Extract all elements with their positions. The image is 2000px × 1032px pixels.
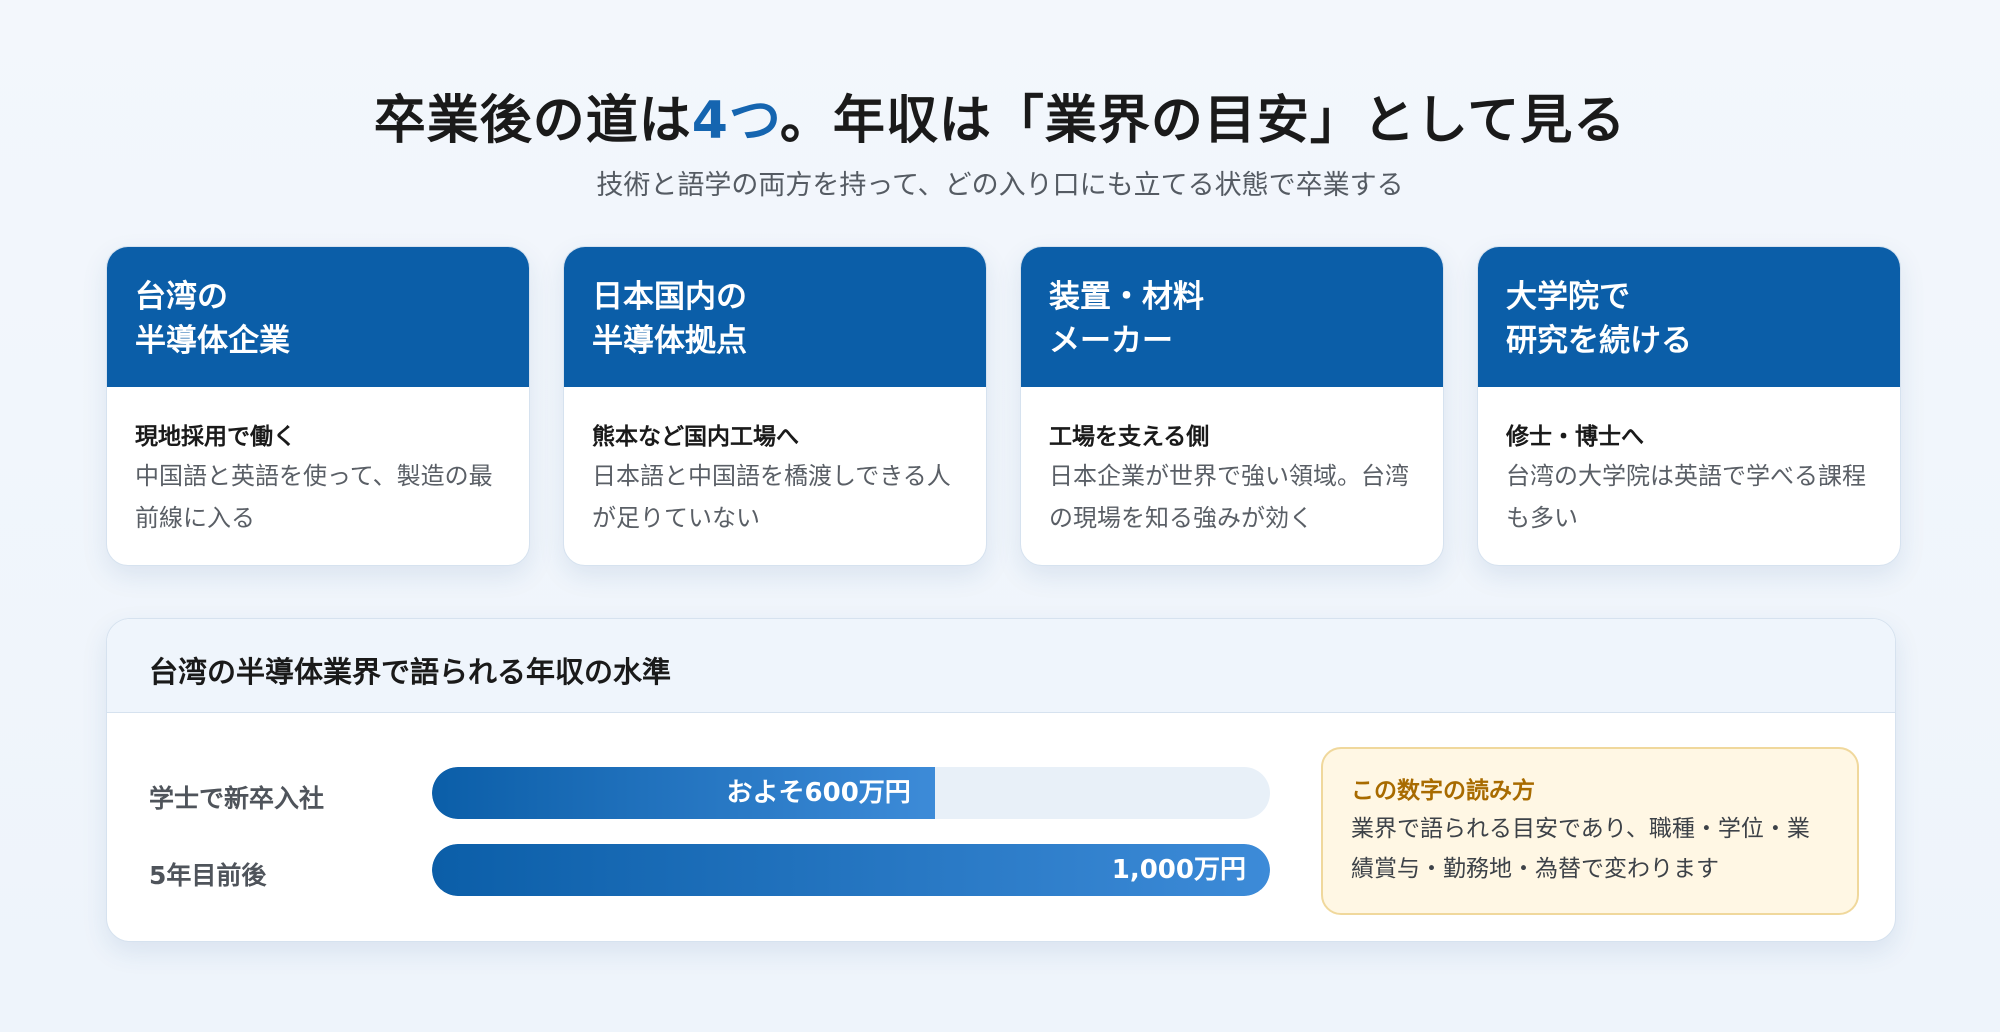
salary-row-label-year5: 5年目前後 — [149, 861, 267, 890]
note-title: この数字の読み方 — [1351, 778, 1535, 804]
card-title-line2: 半導体企業 — [135, 323, 290, 359]
card-title-line2: 半導体拠点 — [592, 323, 747, 359]
card-body: 修士・博士へ 台湾の大学院は英語で学べる課程も多い — [1478, 387, 1900, 539]
salary-bar-new-grad: およそ600万円 — [432, 767, 935, 819]
card-description: 日本企業が世界で強い領域。台湾の現場を知る強みが効く — [1049, 462, 1409, 532]
card-header: 装置・材料 メーカー — [1021, 247, 1443, 387]
card-body: 現地採用で働く 中国語と英語を使って、製造の最前線に入る — [107, 387, 529, 539]
card-title-line2: メーカー — [1049, 323, 1173, 359]
salary-bar-track-year5: 1,000万円 — [432, 844, 1270, 896]
title-prefix: 卒業後の道は — [373, 91, 692, 151]
card-title-line1: 大学院で — [1506, 279, 1630, 315]
page: 卒業後の道は4つ。年収は「業界の目安」として見る 技術と語学の両方を持って、どの… — [0, 0, 2000, 1032]
salary-bar-year5: 1,000万円 — [432, 844, 1270, 896]
title-suffix: 。年収は「業界の目安」として見る — [779, 91, 1627, 151]
note-text: 業界で語られる目安であり、職種・学位・業績賞与・勤務地・為替で変わります — [1351, 816, 1810, 882]
card-body: 熊本など国内工場へ 日本語と中国語を橋渡しできる人が足りていない — [564, 387, 986, 539]
page-subtitle: 技術と語学の両方を持って、どの入り口にも立てる状態で卒業する — [596, 170, 1404, 201]
page-title: 卒業後の道は4つ。年収は「業界の目安」として見る — [0, 78, 2000, 153]
career-card-taiwan-semiconductor: 台湾の 半導体企業 現地採用で働く 中国語と英語を使って、製造の最前線に入る — [106, 246, 530, 566]
card-header: 日本国内の 半導体拠点 — [564, 247, 986, 387]
card-title-line1: 日本国内の — [592, 279, 747, 315]
card-header: 大学院で 研究を続ける — [1478, 247, 1900, 387]
card-description: 台湾の大学院は英語で学べる課程も多い — [1506, 462, 1866, 532]
career-card-graduate-school: 大学院で 研究を続ける 修士・博士へ 台湾の大学院は英語で学べる課程も多い — [1477, 246, 1901, 566]
card-title-line1: 装置・材料 — [1049, 279, 1204, 315]
title-accent: 4つ — [691, 91, 780, 151]
card-title-line1: 台湾の — [135, 279, 228, 315]
card-subtitle: 熊本など国内工場へ — [592, 424, 799, 450]
salary-panel: 台湾の半導体業界で語られる年収の水準 学士で新卒入社 およそ600万円 5年目前… — [106, 618, 1896, 942]
card-description: 日本語と中国語を橋渡しできる人が足りていない — [592, 462, 951, 532]
card-title-line2: 研究を続ける — [1506, 323, 1692, 359]
career-path-cards: 台湾の 半導体企業 現地採用で働く 中国語と英語を使って、製造の最前線に入る 日… — [106, 246, 1906, 566]
card-body: 工場を支える側 日本企業が世界で強い領域。台湾の現場を知る強みが効く — [1021, 387, 1443, 539]
card-subtitle: 工場を支える側 — [1049, 424, 1210, 450]
career-card-equipment-materials: 装置・材料 メーカー 工場を支える側 日本企業が世界で強い領域。台湾の現場を知る… — [1020, 246, 1444, 566]
career-card-japan-domestic: 日本国内の 半導体拠点 熊本など国内工場へ 日本語と中国語を橋渡しできる人が足り… — [563, 246, 987, 566]
card-description: 中国語と英語を使って、製造の最前線に入る — [135, 462, 493, 532]
card-subtitle: 現地採用で働く — [135, 424, 296, 450]
card-subtitle: 修士・博士へ — [1506, 424, 1644, 450]
salary-note-box: この数字の読み方 業界で語られる目安であり、職種・学位・業績賞与・勤務地・為替で… — [1321, 747, 1859, 915]
card-header: 台湾の 半導体企業 — [107, 247, 529, 387]
salary-row-label-new-grad: 学士で新卒入社 — [149, 784, 325, 813]
salary-bar-track-new-grad: およそ600万円 — [432, 767, 1270, 819]
salary-panel-title: 台湾の半導体業界で語られる年収の水準 — [107, 619, 1895, 713]
